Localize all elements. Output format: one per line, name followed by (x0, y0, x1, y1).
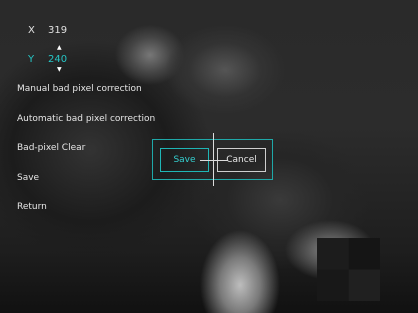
thermal-camera-view: X 319 ▲ Y 240 ▼ Manual bad pixel correctio… (0, 0, 418, 313)
x-value: 319 (48, 25, 68, 36)
y-value: 240 (48, 54, 68, 65)
menu-item-bad-pixel-clear[interactable]: Bad-pixel Clear (17, 143, 85, 153)
x-label: X (28, 25, 35, 36)
arrow-down-icon[interactable]: ▼ (57, 67, 62, 73)
preview-tile (317, 270, 348, 301)
crosshair-horizontal (200, 160, 228, 161)
y-coordinate[interactable]: Y 240 (28, 54, 67, 65)
menu-item-save[interactable]: Save (17, 173, 39, 183)
zoom-preview (317, 238, 380, 301)
menu-item-manual-correction[interactable]: Manual bad pixel correction (17, 84, 142, 94)
preview-tile (349, 270, 380, 301)
arrow-up-icon[interactable]: ▲ (57, 45, 62, 51)
y-label: Y (28, 54, 35, 65)
x-coordinate[interactable]: X 319 (28, 25, 67, 36)
preview-tile (349, 238, 380, 269)
preview-tile (317, 238, 348, 269)
menu-item-automatic-correction[interactable]: Automatic bad pixel correction (17, 114, 155, 124)
menu-item-return[interactable]: Return (17, 202, 47, 212)
